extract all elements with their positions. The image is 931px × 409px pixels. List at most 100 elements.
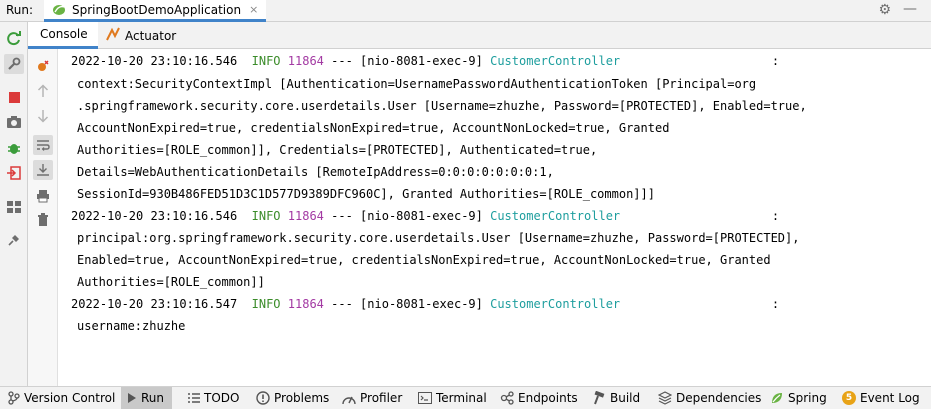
debug-bug-icon[interactable] bbox=[5, 139, 23, 157]
log-thread: [nio-8081-exec-9] bbox=[360, 297, 483, 311]
log-logger: CustomerController bbox=[490, 297, 621, 311]
log-colon: : bbox=[771, 209, 780, 223]
arrow-down-icon[interactable] bbox=[34, 107, 52, 125]
log-logger: CustomerController bbox=[490, 209, 621, 223]
log-header-line: 2022-10-20 23:10:16.547 INFO 11864 --- [… bbox=[71, 293, 779, 315]
layers-icon bbox=[658, 391, 672, 405]
tool-window-bar: Version Control Run TODO Problems Profil… bbox=[0, 386, 931, 409]
tool-dependencies[interactable]: Dependencies bbox=[658, 387, 761, 409]
tool-endpoints-label: Endpoints bbox=[518, 391, 578, 405]
tool-profiler-label: Profiler bbox=[360, 391, 403, 405]
log-pid: 11864 bbox=[287, 54, 324, 68]
log-thread: [nio-8081-exec-9] bbox=[360, 209, 483, 223]
log-message-line: context:SecurityContextImpl [Authenticat… bbox=[77, 77, 757, 91]
tool-version-control-label: Version Control bbox=[24, 391, 116, 405]
tab-actuator[interactable]: Actuator bbox=[98, 22, 184, 49]
close-tab-icon[interactable]: × bbox=[249, 3, 258, 16]
tool-todo-label: TODO bbox=[204, 391, 240, 405]
log-timestamp: 2022-10-20 23:10:16.546 bbox=[71, 209, 238, 223]
tool-terminal-label: Terminal bbox=[436, 391, 487, 405]
log-message-line: Authorities=[ROLE_common]] bbox=[77, 275, 265, 289]
print-icon[interactable] bbox=[34, 187, 52, 205]
console-toolbar bbox=[28, 49, 58, 386]
tool-version-control[interactable]: Version Control bbox=[8, 387, 115, 409]
run-tool-window-header: Run: SpringBootDemoApplication × ⚙ — bbox=[0, 0, 931, 22]
problems-icon bbox=[256, 391, 270, 405]
layout-icon[interactable] bbox=[5, 198, 23, 216]
spring-boot-icon[interactable] bbox=[34, 57, 52, 75]
log-timestamp: 2022-10-20 23:10:16.546 bbox=[71, 54, 238, 68]
log-separator: --- bbox=[331, 209, 353, 223]
log-message-line: username:zhuzhe bbox=[77, 319, 186, 333]
log-timestamp: 2022-10-20 23:10:16.547 bbox=[71, 297, 238, 311]
tool-run-label: Run bbox=[141, 391, 165, 405]
log-message-line: AccountNonExpired=true, credentialsNonEx… bbox=[77, 121, 670, 135]
soft-wrap-icon[interactable] bbox=[33, 135, 53, 155]
trash-icon[interactable] bbox=[34, 211, 52, 229]
stop-icon[interactable] bbox=[5, 88, 23, 106]
log-level: INFO bbox=[251, 209, 281, 223]
tool-build[interactable]: Build bbox=[592, 387, 640, 409]
tool-dependencies-label: Dependencies bbox=[676, 391, 762, 405]
log-header-line: 2022-10-20 23:10:16.546 INFO 11864 --- [… bbox=[71, 205, 779, 227]
log-colon: : bbox=[771, 297, 780, 311]
run-config-tab[interactable]: SpringBootDemoApplication × bbox=[44, 0, 267, 22]
play-icon bbox=[127, 392, 137, 404]
tool-event-log-label: Event Log bbox=[860, 391, 920, 405]
wrench-icon[interactable] bbox=[4, 54, 24, 74]
profiler-icon bbox=[342, 391, 356, 405]
spring-boot-app-icon bbox=[53, 4, 65, 15]
endpoints-icon bbox=[500, 391, 514, 405]
tool-event-log[interactable]: 5 Event Log bbox=[842, 387, 920, 409]
log-pid: 11864 bbox=[287, 209, 324, 223]
log-message-line: .springframework.security.core.userdetai… bbox=[77, 99, 807, 113]
tool-problems-label: Problems bbox=[274, 391, 330, 405]
log-header-line: 2022-10-20 23:10:16.546 INFO 11864 --- [… bbox=[71, 50, 779, 72]
actuator-icon bbox=[106, 27, 120, 44]
tool-spring-label: Spring bbox=[788, 391, 827, 405]
tool-terminal[interactable]: Terminal bbox=[418, 387, 487, 409]
log-message-line: principal:org.springframework.security.c… bbox=[77, 231, 800, 245]
spring-leaf-icon bbox=[770, 391, 784, 405]
tool-problems[interactable]: Problems bbox=[256, 387, 329, 409]
console-output[interactable]: 2022-10-20 23:10:16.546 INFO 11864 --- [… bbox=[59, 49, 931, 386]
log-separator: --- bbox=[331, 297, 353, 311]
tab-actuator-label: Actuator bbox=[125, 28, 177, 43]
tool-endpoints[interactable]: Endpoints bbox=[500, 387, 578, 409]
log-pid: 11864 bbox=[287, 297, 324, 311]
rerun-icon[interactable] bbox=[5, 30, 23, 48]
exit-icon[interactable] bbox=[5, 164, 23, 182]
minimize-icon[interactable]: — bbox=[903, 1, 917, 17]
gear-icon[interactable]: ⚙ bbox=[878, 2, 891, 18]
log-level: INFO bbox=[251, 54, 281, 68]
terminal-icon bbox=[418, 392, 432, 404]
tool-todo[interactable]: TODO bbox=[188, 387, 239, 409]
log-logger: CustomerController bbox=[490, 54, 621, 68]
run-left-toolbar bbox=[0, 22, 28, 386]
pin-icon[interactable] bbox=[5, 231, 23, 249]
run-config-title: SpringBootDemoApplication bbox=[72, 2, 242, 17]
arrow-up-icon[interactable] bbox=[34, 82, 52, 100]
tool-spring[interactable]: Spring bbox=[770, 387, 827, 409]
log-message-line: Authorities=[ROLE_common]], Credentials=… bbox=[77, 143, 598, 157]
camera-icon[interactable] bbox=[5, 113, 23, 131]
scroll-to-end-icon[interactable] bbox=[33, 160, 53, 180]
run-label: Run: bbox=[6, 3, 34, 17]
tool-profiler[interactable]: Profiler bbox=[342, 387, 402, 409]
log-colon: : bbox=[771, 54, 780, 68]
log-message-line: SessionId=930B486FED51D3C1D577D9389DFC96… bbox=[77, 187, 655, 201]
tool-build-label: Build bbox=[610, 391, 641, 405]
log-separator: --- bbox=[331, 54, 353, 68]
hammer-icon bbox=[592, 391, 606, 405]
branch-icon bbox=[8, 391, 20, 405]
log-thread: [nio-8081-exec-9] bbox=[360, 54, 483, 68]
tool-run[interactable]: Run bbox=[121, 387, 173, 409]
list-icon bbox=[188, 392, 200, 404]
log-message-line: Details=WebAuthenticationDetails [Remote… bbox=[77, 165, 554, 179]
log-level: INFO bbox=[251, 297, 281, 311]
console-tabs: Console Actuator bbox=[28, 22, 931, 49]
tab-console[interactable]: Console bbox=[28, 22, 98, 49]
log-message-line: Enabled=true, AccountNonExpired=true, cr… bbox=[77, 253, 771, 267]
event-log-icon: 5 bbox=[842, 391, 856, 405]
tab-console-label: Console bbox=[40, 27, 88, 41]
